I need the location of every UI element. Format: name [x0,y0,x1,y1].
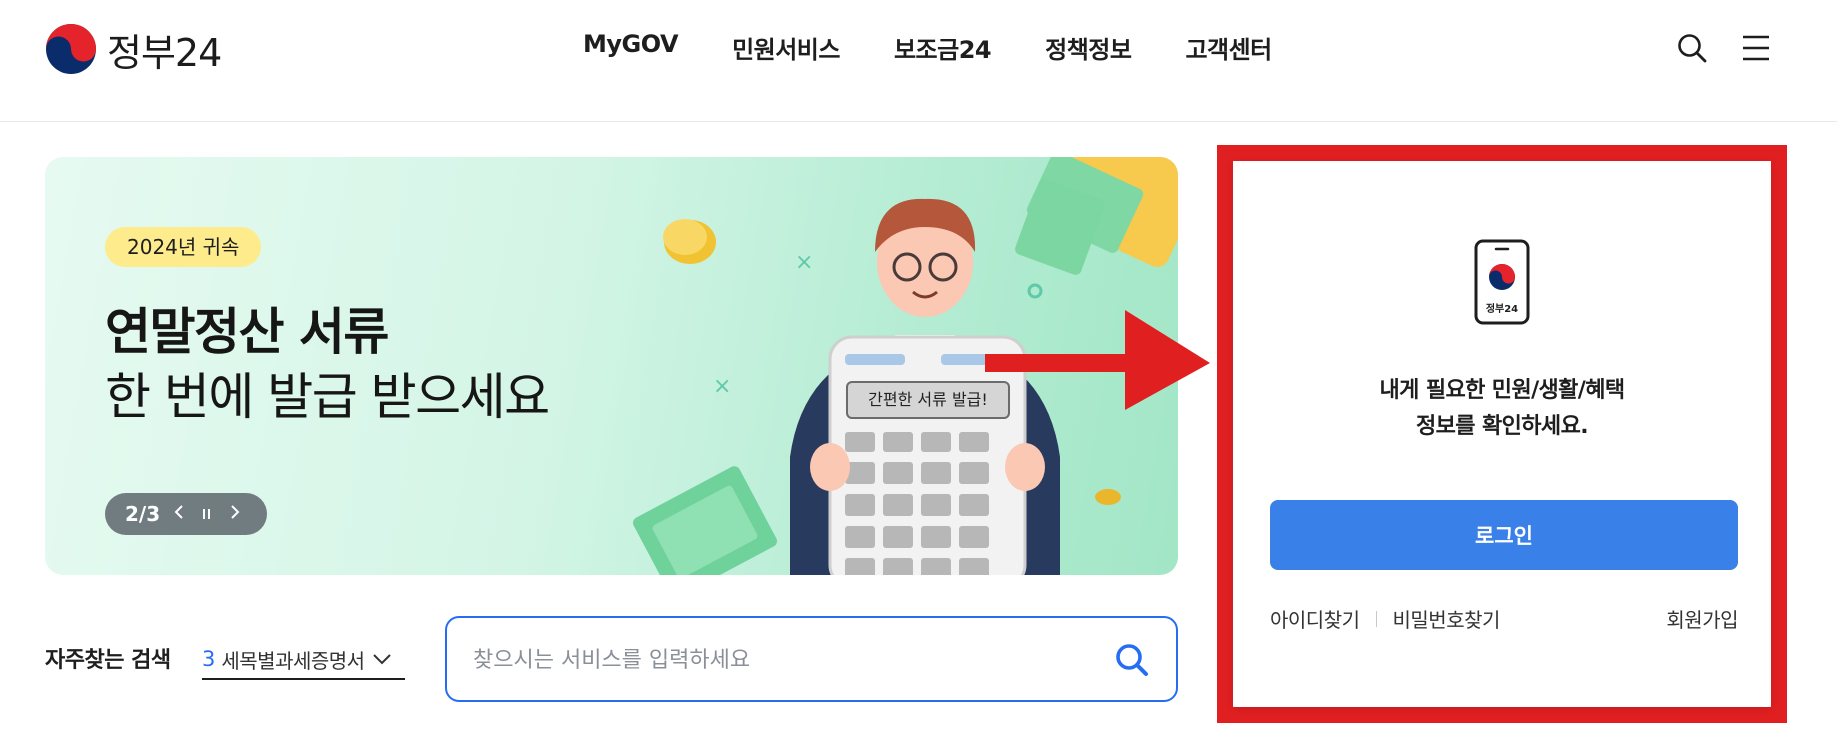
nav-item-civil-service[interactable]: 민원서비스 [732,30,840,65]
site-logo[interactable]: 정부24 [45,22,222,76]
site-header: 정부24 MyGOV 민원서비스 보조금24 정책정보 고객센터 [0,0,1837,122]
annotation-arrow [985,310,1210,410]
nav-item-subsidy24[interactable]: 보조금24 [894,30,992,65]
frequent-search-term: 세목별과세증명서 [221,648,365,673]
banner-next-button[interactable] [226,504,244,525]
login-button[interactable]: 로그인 [1270,500,1738,570]
chevron-down-icon [372,654,391,665]
frequent-search-label: 자주찾는 검색 [45,648,171,673]
header-search-button[interactable] [1674,30,1710,66]
logo-text: 정부24 [107,30,222,75]
nav-item-customer-center[interactable]: 고객센터 [1185,30,1272,65]
frequent-search-rank: 3 [202,647,216,671]
pause-icon [203,508,211,519]
search-submit-button[interactable] [1110,638,1154,682]
banner-page-indicator: 2/3 [125,502,161,526]
join-link[interactable]: 회원가입 [1666,604,1738,633]
search-icon [1678,34,1707,63]
service-search-box [445,616,1178,702]
banner-pause-button[interactable] [198,504,216,525]
link-divider [1375,610,1377,627]
chevron-right-icon [231,504,240,519]
login-message-line1: 내게 필요한 민원/생활/혜택 [1379,378,1625,403]
svg-text:×: × [713,374,731,399]
banner-title: 연말정산 서류 [105,303,389,361]
login-message: 내게 필요한 민원/생활/혜택 정보를 확인하세요. [1233,373,1771,445]
nav-item-policy-info[interactable]: 정책정보 [1045,30,1132,65]
header-menu-button[interactable] [1738,30,1774,66]
nav-item-mygov[interactable]: MyGOV [583,30,679,65]
taegeuk-emblem-icon [46,24,96,74]
account-links: 아이디찾기 비밀번호찾기 회원가입 [1270,604,1738,633]
login-card: 정부24 내게 필요한 민원/생활/혜택 정보를 확인하세요. 로그인 아이디찾… [1233,161,1771,707]
service-search-input[interactable] [473,640,1073,680]
banner-prev-button[interactable] [170,504,188,525]
frequent-search-dropdown[interactable]: 3 세목별과세증명서 [202,640,405,680]
search-icon [1116,644,1148,676]
mobile-id-icon-label: 정부24 [1485,304,1519,315]
banner-pager: 2/3 [105,493,267,535]
main-navigation: MyGOV 민원서비스 보조금24 정책정보 고객센터 [583,30,1272,65]
banner-badge: 2024년 귀속 [105,227,262,267]
chevron-left-icon [174,504,183,519]
svg-text:×: × [795,250,813,275]
find-id-link[interactable]: 아이디찾기 [1270,604,1360,633]
hamburger-menu-icon [1743,35,1769,61]
find-password-link[interactable]: 비밀번호찾기 [1393,604,1501,633]
login-message-line2: 정보를 확인하세요. [1416,414,1589,439]
banner-subtitle: 한 번에 발급 받으세요 [105,368,550,426]
